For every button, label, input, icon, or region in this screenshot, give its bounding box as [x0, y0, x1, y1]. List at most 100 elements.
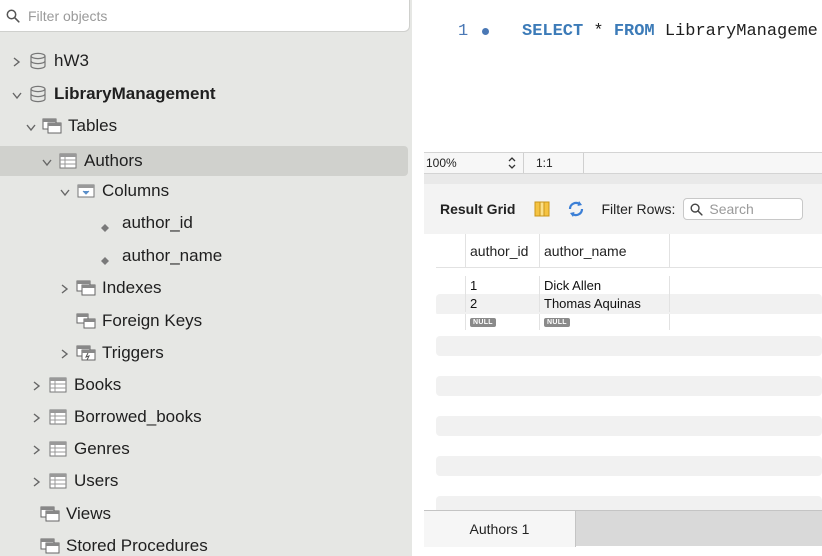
tree-label: LibraryManagement — [54, 84, 216, 103]
zoom-select[interactable]: 100% — [424, 153, 524, 173]
tree-table-authors[interactable]: Authors — [0, 146, 408, 176]
query-area: 1 SELECT * FROM LibraryManageme 100% 1:1… — [424, 0, 822, 556]
triggers-folder-icon — [76, 344, 96, 362]
statement-marker-icon — [482, 28, 489, 35]
search-icon — [690, 203, 704, 216]
stored-procedures-folder-icon — [40, 537, 60, 555]
grid-stripe — [436, 456, 822, 476]
tree-label: author_id — [122, 213, 193, 232]
tree-folder-views[interactable]: Views — [0, 499, 412, 529]
sql-statement[interactable]: SELECT * FROM LibraryManageme — [522, 22, 818, 41]
table-row[interactable]: 1 Dick Allen — [436, 276, 822, 294]
tree-label: Genres — [74, 439, 130, 458]
grid-cell[interactable]: 1 — [466, 276, 540, 294]
tree-schema-hw3[interactable]: hW3 — [0, 46, 412, 76]
column-header-author-id[interactable]: author_id — [466, 234, 540, 268]
tree-label: Books — [74, 375, 122, 394]
tree-folder-columns[interactable]: Columns — [0, 176, 412, 206]
row-header-cell — [436, 234, 466, 268]
tree-column-author-name[interactable]: author_name — [0, 241, 412, 271]
chevron-down-icon[interactable] — [40, 154, 54, 168]
tree-table-genres[interactable]: Genres — [0, 434, 412, 464]
result-toolbar: Result Grid Filter Rows: — [424, 184, 822, 234]
tree-label: Authors — [84, 151, 143, 170]
editor-status-bar: 100% 1:1 — [424, 152, 822, 174]
tree-folder-tables[interactable]: Tables — [0, 111, 412, 141]
grid-view-icon[interactable] — [533, 200, 551, 218]
tree-table-borrowed-books[interactable]: Borrowed_books — [0, 402, 412, 432]
null-badge: NULL — [544, 317, 570, 327]
chevron-down-icon[interactable] — [10, 87, 24, 101]
tree-folder-stored-procedures[interactable]: Stored Procedures — [0, 531, 412, 556]
grid-cell[interactable]: 2 — [466, 294, 540, 312]
tree-label: Views — [66, 504, 112, 523]
refresh-icon[interactable] — [567, 200, 585, 218]
grid-cell[interactable]: NULL — [466, 314, 540, 330]
grid-stripe — [436, 336, 822, 356]
tree-label: Columns — [102, 181, 170, 200]
tree-folder-indexes[interactable]: Indexes — [0, 273, 412, 303]
pane-splitter[interactable] — [424, 174, 822, 184]
tree-label: Users — [74, 471, 119, 490]
chevron-right-icon[interactable] — [30, 474, 44, 488]
grid-cell[interactable]: Thomas Aquinas — [540, 294, 670, 312]
table-icon — [48, 376, 68, 394]
chevron-right-icon[interactable] — [10, 54, 24, 68]
grid-cell-empty — [670, 294, 822, 312]
grid-cell-empty — [670, 314, 822, 330]
search-icon — [6, 9, 20, 23]
columns-folder-icon — [76, 182, 96, 200]
tree-folder-triggers[interactable]: Triggers — [0, 338, 412, 368]
table-row[interactable]: NULL NULL — [436, 314, 822, 330]
tab-authors-1[interactable]: Authors 1 — [424, 511, 576, 547]
filter-rows-input[interactable] — [709, 201, 800, 217]
tree-table-users[interactable]: Users — [0, 466, 412, 496]
filter-objects-box[interactable] — [0, 0, 410, 32]
sql-table-name: LibraryManageme — [654, 22, 818, 41]
sql-star: * — [583, 22, 614, 41]
tree-label: Triggers — [102, 343, 164, 362]
table-icon — [48, 472, 68, 490]
tree-folder-foreign-keys[interactable]: Foreign Keys — [0, 306, 412, 336]
stepper-icon[interactable] — [507, 156, 517, 170]
grid-stripe — [436, 376, 822, 396]
chevron-right-icon[interactable] — [30, 410, 44, 424]
filter-rows-box[interactable] — [683, 198, 804, 220]
null-badge: NULL — [470, 317, 496, 327]
chevron-down-icon[interactable] — [58, 184, 72, 198]
column-header-author-name[interactable]: author_name — [540, 234, 670, 268]
tree-label: Foreign Keys — [102, 311, 203, 330]
cursor-position: 1:1 — [524, 153, 584, 173]
sql-editor[interactable]: 1 SELECT * FROM LibraryManageme — [424, 0, 822, 152]
chevron-down-icon[interactable] — [24, 119, 38, 133]
grid-cell[interactable]: Dick Allen — [540, 276, 670, 294]
tree-label: hW3 — [54, 51, 89, 70]
row-header-cell — [436, 276, 466, 294]
sql-keyword-from: FROM — [613, 22, 655, 41]
tree-schema-librarymanagement[interactable]: LibraryManagement — [0, 79, 412, 109]
tree-column-author-id[interactable]: author_id — [0, 208, 412, 238]
chevron-right-icon[interactable] — [30, 442, 44, 456]
filter-objects-input[interactable] — [28, 7, 388, 24]
table-row[interactable]: 2 Thomas Aquinas — [436, 294, 822, 312]
table-icon — [48, 408, 68, 426]
filter-rows-label: Filter Rows: — [601, 201, 676, 217]
table-icon — [48, 440, 68, 458]
line-number: 1 — [458, 22, 469, 41]
column-header-empty — [670, 234, 822, 268]
table-icon — [58, 152, 78, 170]
grid-header: author_id author_name — [436, 234, 822, 268]
chevron-right-icon[interactable] — [58, 346, 72, 360]
grid-stripe — [436, 496, 822, 510]
sql-keyword-select: SELECT — [522, 22, 584, 41]
tree-label: author_name — [122, 246, 223, 265]
chevron-right-icon[interactable] — [58, 281, 72, 295]
tree-table-books[interactable]: Books — [0, 370, 412, 400]
chevron-right-icon[interactable] — [30, 378, 44, 392]
result-grid: author_id author_name 1 Dick Allen 2 Tho… — [436, 234, 822, 510]
tree-label: Indexes — [102, 278, 162, 297]
database-icon — [28, 52, 48, 70]
grid-cell[interactable]: NULL — [540, 314, 670, 330]
result-tabs: Authors 1 — [424, 510, 822, 547]
row-header-cell — [436, 294, 466, 312]
